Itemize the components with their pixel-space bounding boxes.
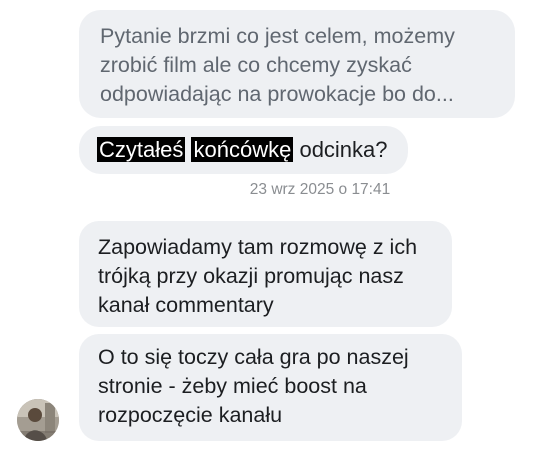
- message-timestamp: 23 wrz 2025 o 17:41: [249, 181, 391, 198]
- quoted-message-line-3: odpowiadając na prowokacje bo do...: [100, 82, 454, 106]
- reply-message-bubble[interactable]: Czytałeś końcówkę odcinka?: [79, 126, 408, 174]
- quoted-message-line-1: Pytanie brzmi co jest celem, możemy: [100, 24, 455, 48]
- message-1-line-3: kanał commentary: [98, 293, 274, 317]
- sender-avatar[interactable]: [17, 399, 59, 441]
- highlighted-word-1: Czytałeś: [97, 137, 186, 162]
- message-1-line-2: trójką przy okazji promując nasz: [98, 264, 404, 288]
- message-2-line-2: stronie - żeby mieć boost na: [98, 374, 367, 398]
- quoted-message-bubble[interactable]: Pytanie brzmi co jest celem, możemy zrob…: [79, 10, 515, 118]
- highlighted-word-2: końcówkę: [191, 137, 294, 162]
- message-2-line-1: O to się toczy cała gra po naszej: [98, 345, 409, 369]
- message-bubble-1[interactable]: Zapowiadamy tam rozmowę z ich trójką prz…: [79, 221, 452, 327]
- message-bubble-2[interactable]: O to się toczy cała gra po naszej stroni…: [79, 334, 462, 441]
- previous-content-sliver: [180, 0, 400, 4]
- avatar-photo-icon: [17, 399, 59, 441]
- quoted-message-line-2: zrobić film ale co chcemy zyskać: [100, 53, 412, 77]
- message-1-line-1: Zapowiadamy tam rozmowę z ich: [98, 235, 418, 259]
- reply-text: odcinka?: [299, 137, 388, 162]
- message-2-line-3: rozpoczęcie kanału: [98, 403, 283, 427]
